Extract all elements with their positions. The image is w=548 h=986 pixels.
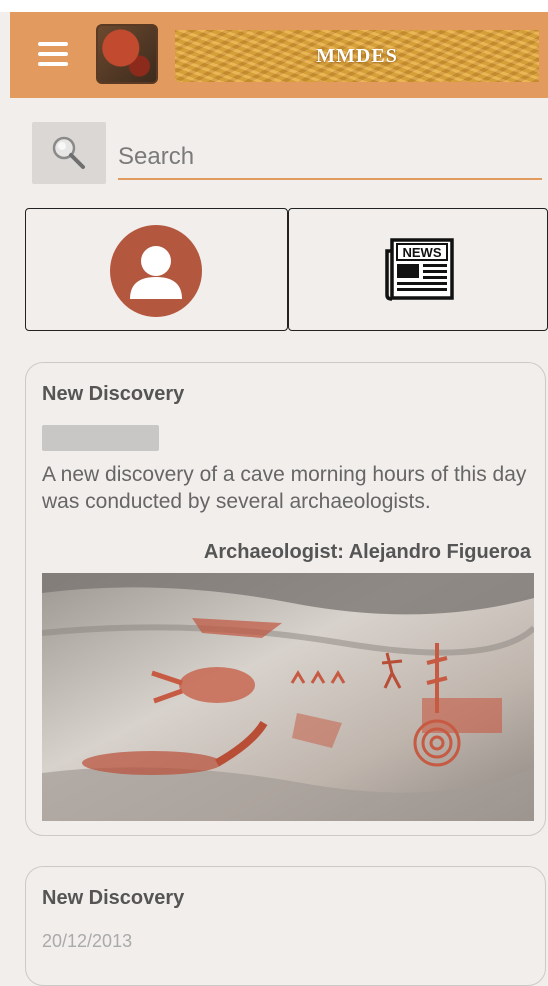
news-tile[interactable]: NEWS bbox=[288, 208, 548, 331]
cave-painting-image bbox=[42, 573, 534, 821]
app-bar: MMDES bbox=[10, 12, 548, 98]
post-title: New Discovery bbox=[42, 887, 185, 909]
news-icon: NEWS bbox=[385, 238, 454, 301]
post-title: New Discovery bbox=[42, 383, 185, 405]
menu-icon[interactable] bbox=[38, 42, 68, 66]
profile-icon bbox=[110, 225, 202, 317]
post-card[interactable]: New Discovery A new discovery of a cave … bbox=[25, 362, 546, 836]
post-description: A new discovery of a cave morning hours … bbox=[42, 463, 527, 513]
news-icon-label: NEWS bbox=[403, 245, 442, 260]
search-button[interactable] bbox=[32, 122, 106, 184]
cave-logo-image bbox=[96, 24, 158, 84]
status-strip bbox=[0, 0, 548, 12]
brand-title: MMDES bbox=[316, 44, 398, 67]
profile-tile[interactable] bbox=[25, 208, 288, 331]
search-icon bbox=[52, 136, 85, 169]
post-date-redacted bbox=[42, 425, 159, 451]
post-author: Archaeologist: Alejandro Figueroa bbox=[203, 541, 531, 563]
brand-banner: MMDES bbox=[175, 30, 539, 82]
post-card[interactable]: New Discovery 20/12/2013 bbox=[25, 866, 546, 986]
search-input[interactable] bbox=[118, 140, 542, 180]
